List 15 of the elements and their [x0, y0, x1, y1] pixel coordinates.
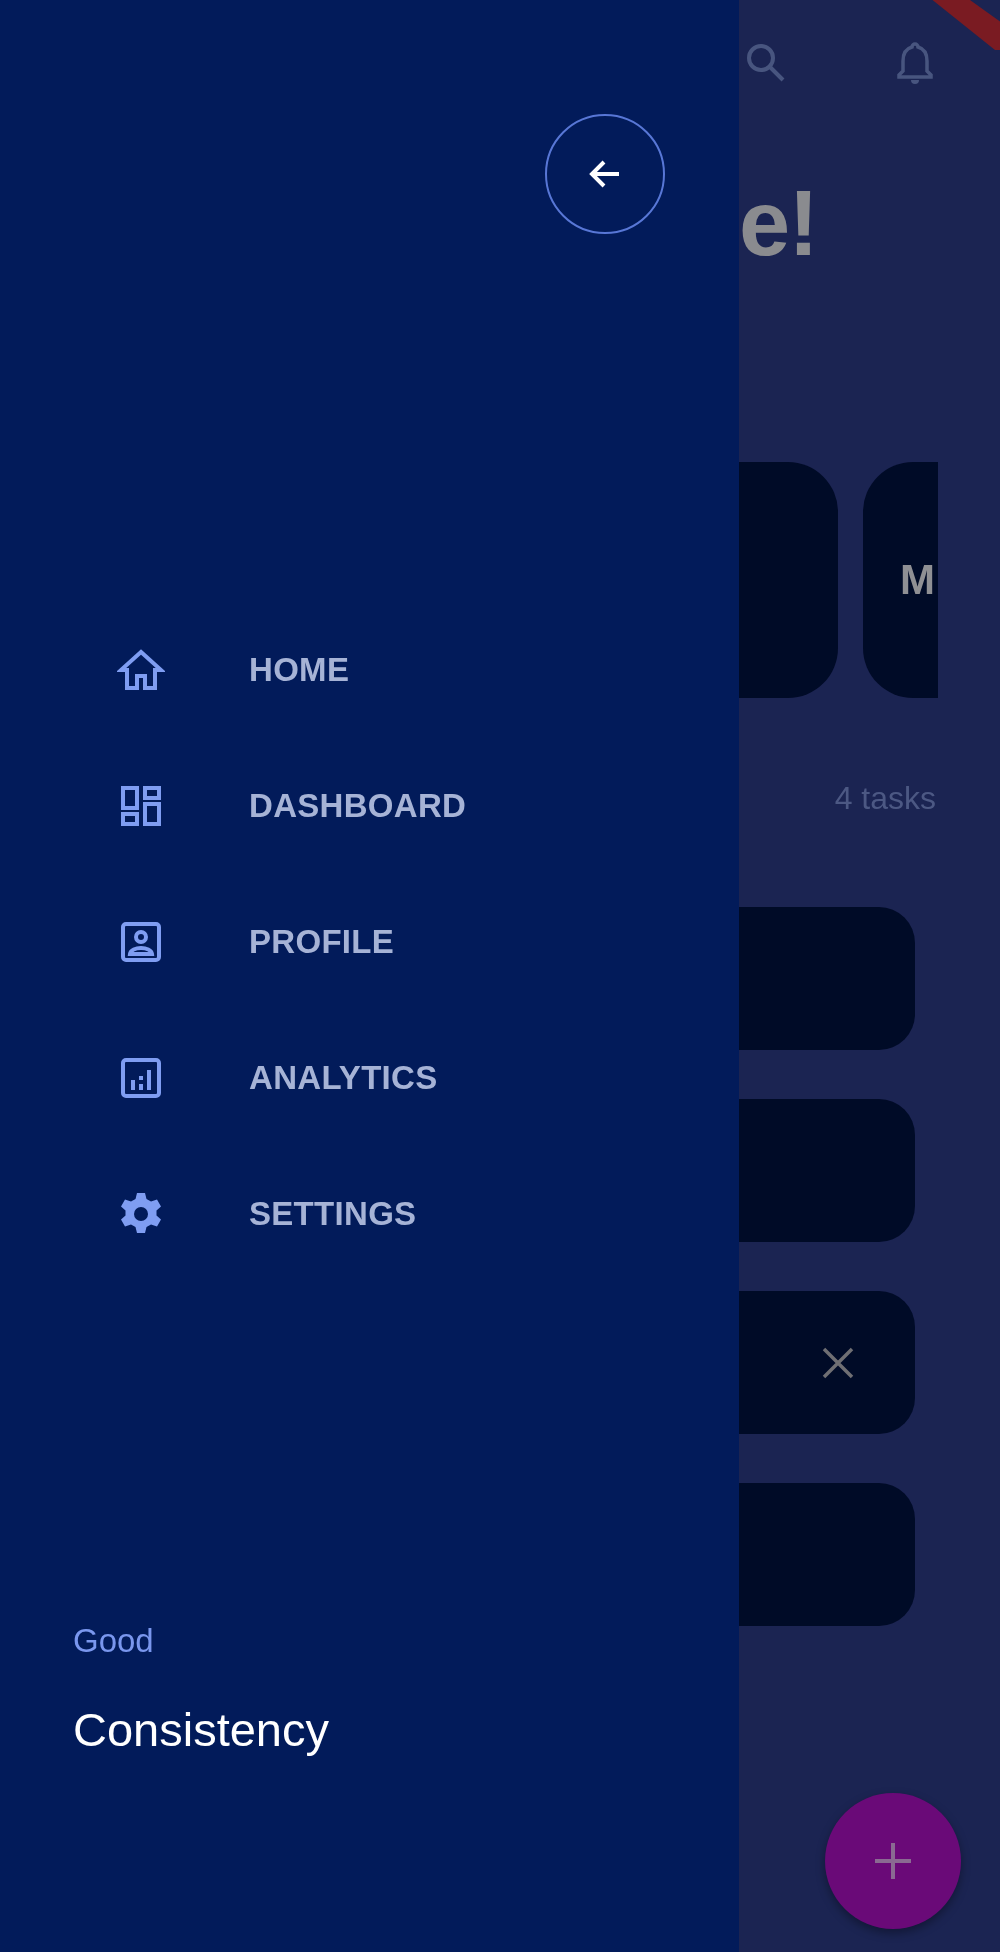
- menu-item[interactable]: HOME: [0, 602, 739, 738]
- menu-item[interactable]: ANALYTICS: [0, 1010, 739, 1146]
- menu-item[interactable]: PROFILE: [0, 874, 739, 1010]
- task-card[interactable]: [739, 907, 915, 1050]
- streak-caption: Good: [73, 1622, 155, 1660]
- streak-title: Consistency: [73, 1702, 330, 1757]
- plus-icon: [873, 1841, 913, 1881]
- category-card[interactable]: [739, 462, 838, 698]
- greeting-heading: e!: [739, 177, 818, 269]
- task-card[interactable]: [739, 1483, 915, 1626]
- task-card[interactable]: [739, 1099, 915, 1242]
- category-card[interactable]: M: [863, 462, 938, 698]
- menu-item[interactable]: DASHBOARD: [0, 738, 739, 874]
- menu-item[interactable]: SETTINGS: [0, 1146, 739, 1282]
- back-button[interactable]: [545, 114, 665, 234]
